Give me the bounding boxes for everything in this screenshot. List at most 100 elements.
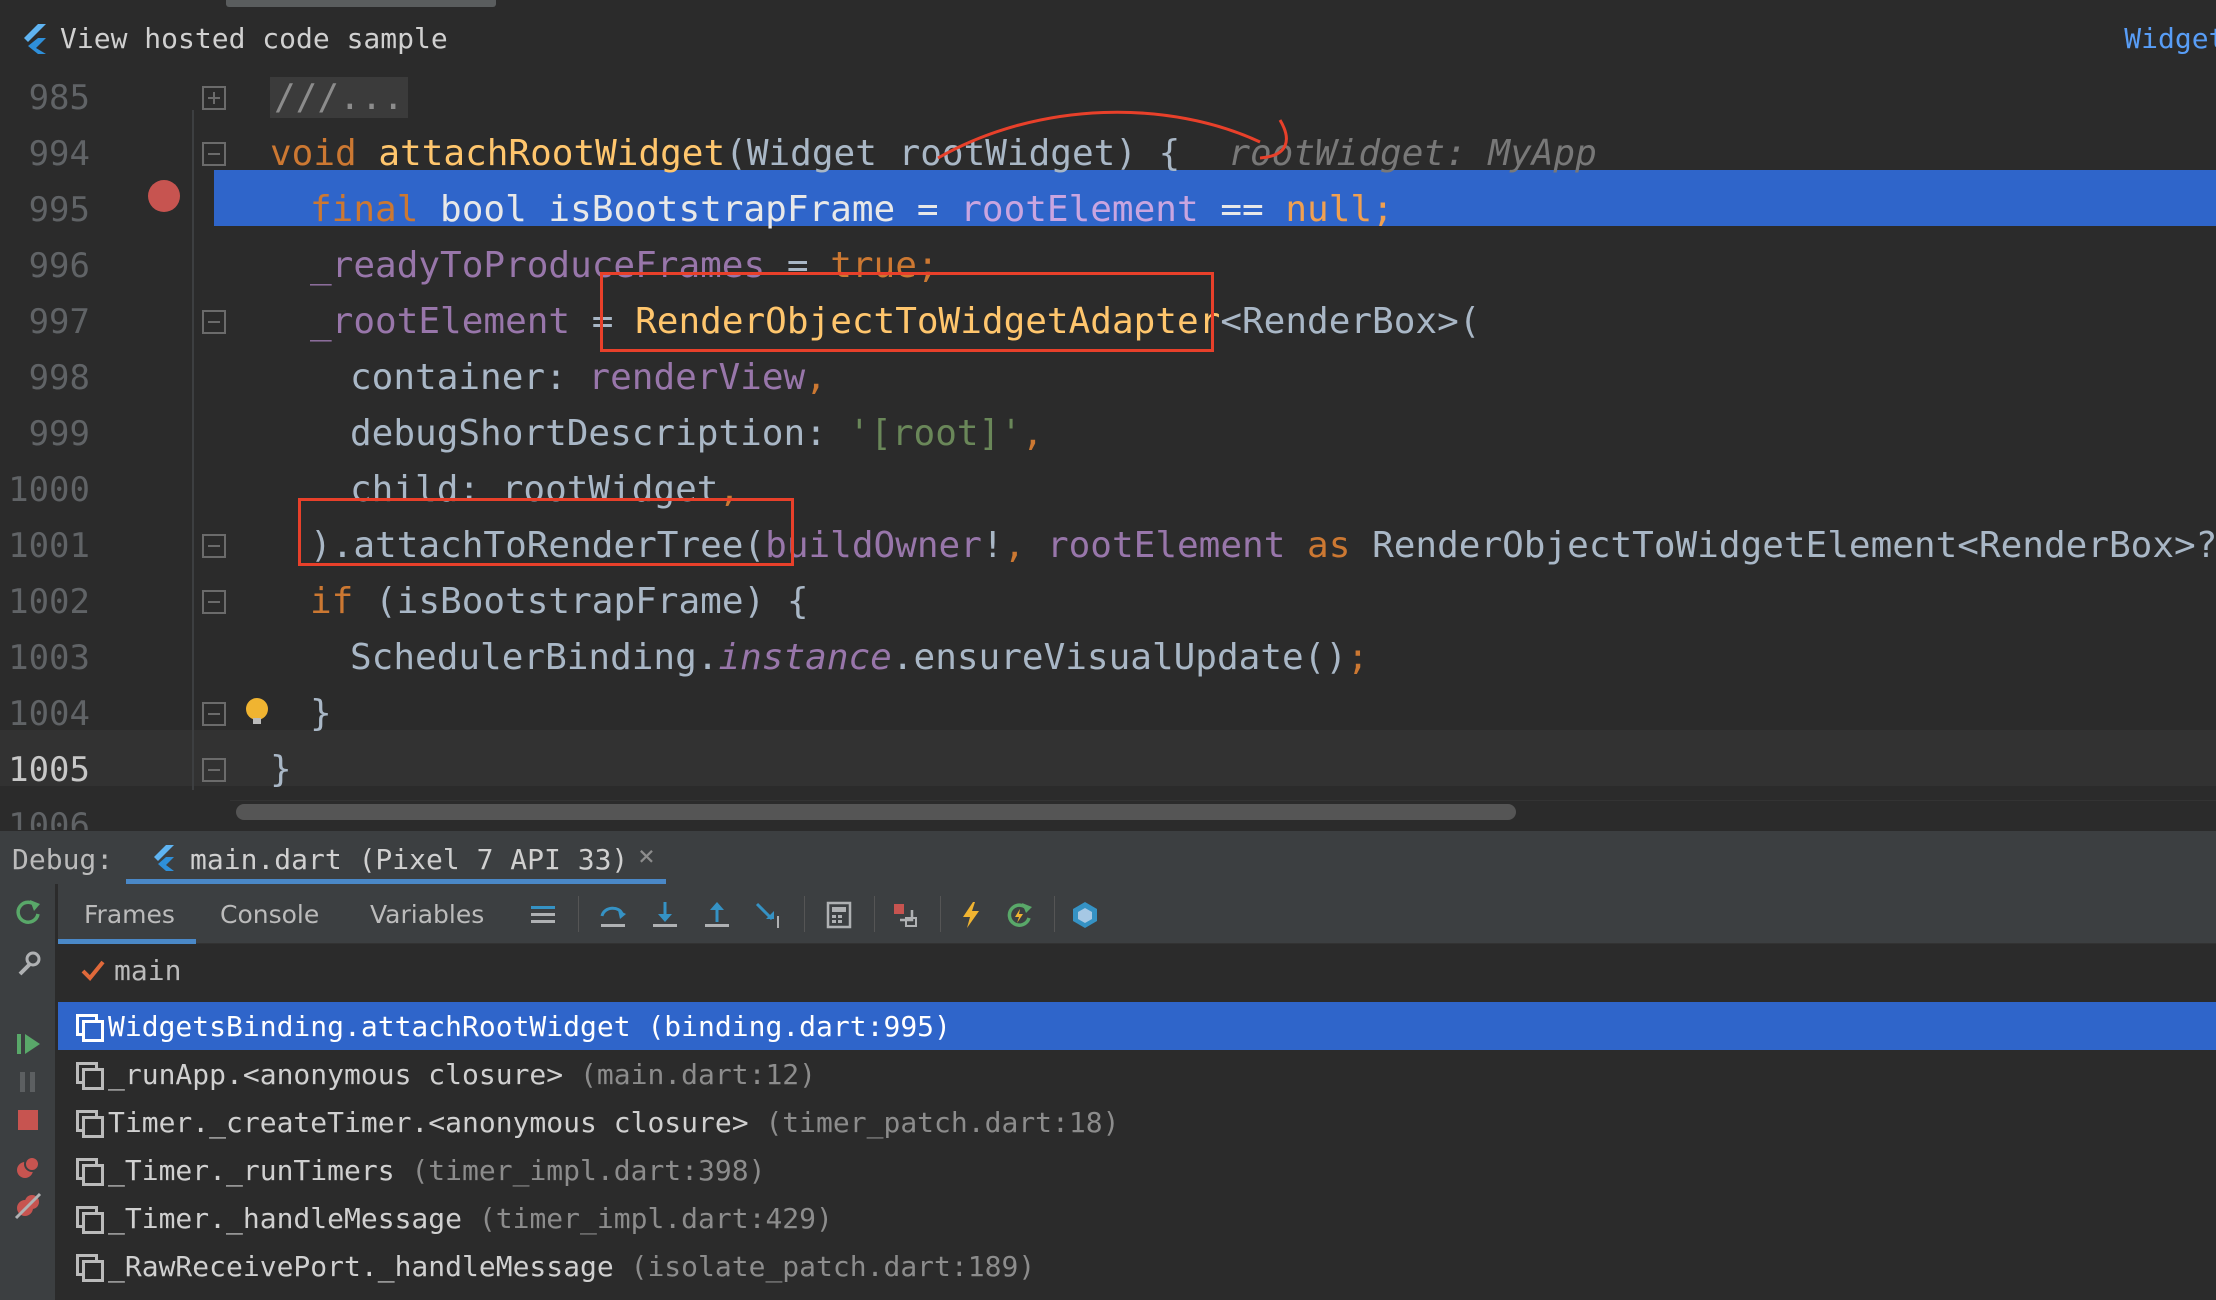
keyword: if bbox=[310, 581, 376, 622]
frame-location: (timer_patch.dart:18) bbox=[765, 1106, 1120, 1139]
flutter-icon bbox=[24, 24, 46, 54]
line-number-current: 1005 bbox=[8, 750, 90, 790]
pause-icon[interactable] bbox=[14, 1068, 42, 1096]
code-text: (isBootstrapFrame) { bbox=[375, 581, 809, 622]
line-number: 1000 bbox=[8, 470, 90, 510]
field-name: _rootElement bbox=[310, 301, 571, 342]
code-text: debugShortDescription: bbox=[350, 413, 849, 454]
debug-session-label: main.dart (Pixel 7 API 33) bbox=[190, 843, 629, 876]
breakpoint-icon[interactable] bbox=[148, 180, 180, 212]
line-number: 1006 bbox=[8, 806, 90, 830]
frame-location: (main.dart:12) bbox=[580, 1058, 817, 1091]
code-text: .ensureVisualUpdate() bbox=[891, 637, 1348, 678]
show-execution-point-icon[interactable] bbox=[528, 900, 558, 930]
tab-variables[interactable]: Variables bbox=[370, 900, 484, 929]
debug-label: Debug: bbox=[12, 843, 114, 876]
fold-collapse-icon[interactable] bbox=[202, 702, 226, 726]
fold-collapse-icon[interactable] bbox=[202, 310, 226, 334]
step-into-icon[interactable] bbox=[650, 900, 680, 930]
horizontal-scrollbar[interactable] bbox=[236, 804, 1516, 820]
field-name: buildOwner bbox=[765, 525, 982, 566]
frame-method: Timer._createTimer.<anonymous closure> bbox=[108, 1106, 749, 1139]
hot-reload-icon[interactable] bbox=[956, 900, 986, 930]
thread-selector[interactable]: main bbox=[58, 944, 2216, 1000]
step-out-icon[interactable] bbox=[702, 900, 732, 930]
view-hosted-code-sample-link[interactable]: View hosted code sample bbox=[60, 22, 448, 55]
step-over-icon[interactable] bbox=[598, 900, 628, 930]
line-number: 999 bbox=[28, 414, 90, 454]
gutter-separator bbox=[192, 110, 194, 790]
line-number: 994 bbox=[28, 134, 90, 174]
line-number: 995 bbox=[28, 190, 90, 230]
line-number: 1004 bbox=[8, 694, 90, 734]
static-field: instance bbox=[718, 637, 892, 678]
resume-icon[interactable] bbox=[14, 1030, 42, 1058]
code-line-995: final bool isBootstrapFrame = rootElemen… bbox=[310, 182, 1394, 238]
code-text: ; bbox=[1372, 189, 1394, 230]
code-line-1002: if (isBootstrapFrame) { bbox=[310, 574, 809, 630]
rerun-icon[interactable] bbox=[14, 898, 42, 926]
flutter-icon bbox=[154, 845, 174, 871]
evaluate-expression-icon[interactable] bbox=[824, 900, 854, 930]
field-name: rootElement bbox=[960, 189, 1199, 230]
frame-icon bbox=[76, 1158, 104, 1186]
frame-location: (timer_impl.dart:398) bbox=[411, 1154, 766, 1187]
code-text: ; bbox=[1347, 637, 1369, 678]
tab-console[interactable]: Console bbox=[220, 900, 319, 929]
toolbar-separator bbox=[874, 896, 875, 932]
folded-doc-comment[interactable]: ///... bbox=[270, 77, 409, 118]
drop-frame-icon[interactable] bbox=[890, 900, 920, 930]
stack-frame-row[interactable]: _runApp.<anonymous closure> (main.dart:1… bbox=[58, 1050, 2216, 1098]
thread-name: main bbox=[114, 954, 182, 987]
debug-session-tab[interactable]: main.dart (Pixel 7 API 33) × bbox=[150, 831, 655, 885]
top-scrollbar[interactable] bbox=[226, 0, 496, 7]
stop-icon[interactable] bbox=[14, 1106, 42, 1134]
frame-icon bbox=[76, 1110, 104, 1138]
wrench-icon[interactable] bbox=[14, 950, 42, 978]
line-number: 985 bbox=[28, 78, 90, 118]
fold-collapse-icon[interactable] bbox=[202, 142, 226, 166]
annotation-arrow bbox=[937, 110, 1288, 160]
code-text: == bbox=[1198, 189, 1286, 230]
frame-icon bbox=[76, 1254, 104, 1282]
keyword: final bbox=[310, 189, 441, 230]
toolbar-separator bbox=[940, 896, 941, 932]
highlight-box-attach bbox=[298, 498, 794, 566]
stack-frame-row[interactable]: _RawReceivePort._handleMessage (isolate_… bbox=[58, 1242, 2216, 1290]
line-number: 1003 bbox=[8, 638, 90, 678]
stack-frame-row[interactable]: _Timer._handleMessage (timer_impl.dart:4… bbox=[58, 1194, 2216, 1242]
line-number: 1002 bbox=[8, 582, 90, 622]
view-breakpoints-icon[interactable] bbox=[14, 1154, 42, 1182]
mute-breakpoints-icon[interactable] bbox=[14, 1192, 42, 1220]
debug-subtabs: Frames Console Variables bbox=[58, 884, 2216, 944]
fold-collapse-icon[interactable] bbox=[202, 534, 226, 558]
lightbulb-icon[interactable] bbox=[246, 698, 268, 724]
field-name: rootElement bbox=[1046, 525, 1286, 566]
widgets-binding-link[interactable]: WidgetsBi bbox=[2124, 22, 2216, 55]
fold-expand-icon[interactable] bbox=[202, 86, 226, 110]
frame-icon bbox=[76, 1206, 104, 1234]
fold-collapse-icon[interactable] bbox=[202, 758, 226, 782]
frame-method: _Timer._handleMessage bbox=[108, 1202, 463, 1235]
code-editor[interactable]: 985 994 995 996 997 998 999 1000 1001 10… bbox=[0, 70, 2216, 830]
hot-restart-icon[interactable] bbox=[1004, 900, 1034, 930]
stack-frame-row[interactable]: _Timer._runTimers (timer_impl.dart:398) bbox=[58, 1146, 2216, 1194]
dart-devtools-icon[interactable] bbox=[1070, 900, 1100, 930]
code-text: , bbox=[1003, 525, 1047, 566]
keyword: null bbox=[1285, 189, 1373, 230]
tab-frames[interactable]: Frames bbox=[84, 900, 175, 929]
frame-location: (binding.dart:995) bbox=[647, 1010, 951, 1043]
code-line-1005: } bbox=[270, 742, 292, 798]
run-to-cursor-icon[interactable] bbox=[754, 900, 784, 930]
code-text: } bbox=[310, 693, 332, 734]
toolbar-separator bbox=[804, 896, 805, 932]
fold-collapse-icon[interactable] bbox=[202, 590, 226, 614]
stack-frame-row[interactable]: Timer._createTimer.<anonymous closure> (… bbox=[58, 1098, 2216, 1146]
frames-panel: main WidgetsBinding.attachRootWidget (bi… bbox=[58, 944, 2216, 1300]
line-number: 996 bbox=[28, 246, 90, 286]
line-number: 1001 bbox=[8, 526, 90, 566]
close-icon[interactable]: × bbox=[638, 839, 655, 872]
stack-frame-row[interactable]: WidgetsBinding.attachRootWidget (binding… bbox=[58, 1002, 2216, 1050]
code-text: ! bbox=[981, 525, 1004, 566]
frame-method: _runApp.<anonymous closure> bbox=[108, 1058, 564, 1091]
